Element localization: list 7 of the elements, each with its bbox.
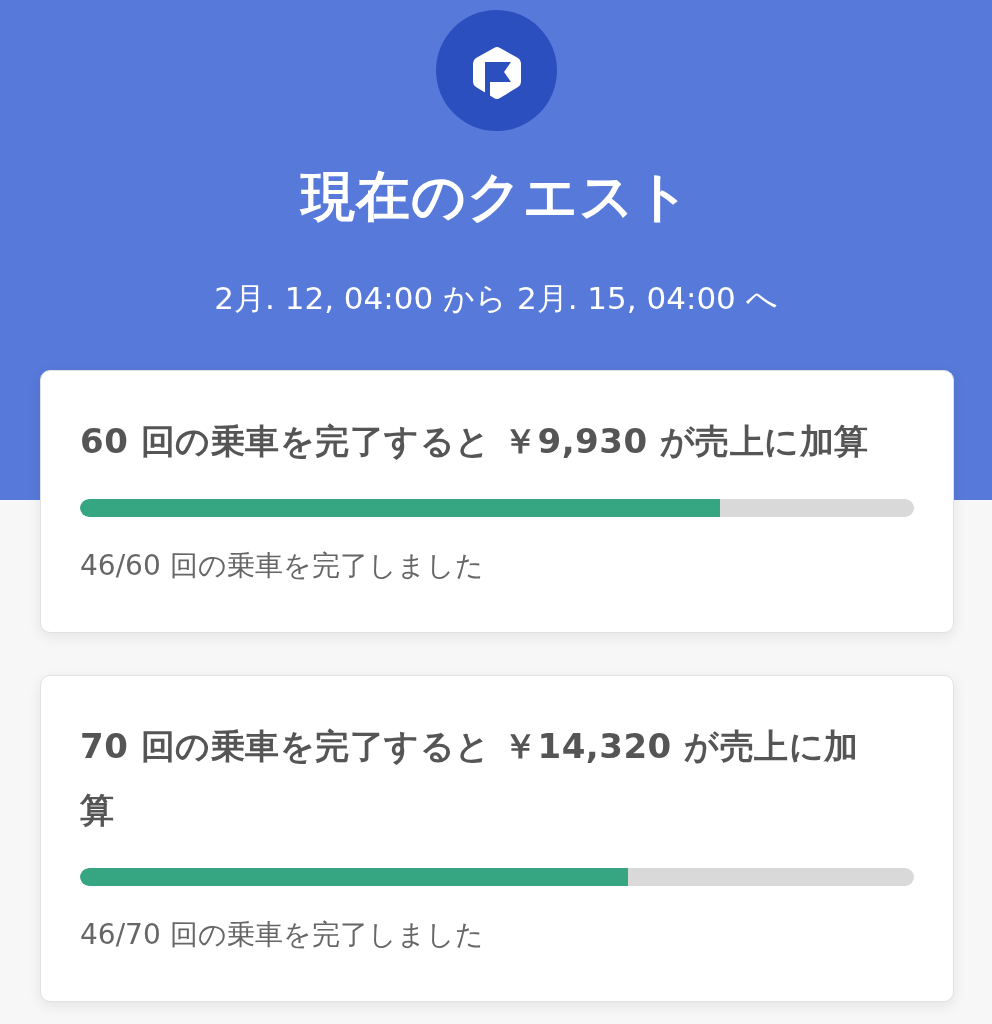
flag-icon	[435, 10, 557, 131]
quest-title: 60 回の乗車を完了すると ￥9,930 が売上に加算	[80, 420, 870, 463]
progress-text: 46/70 回の乗車を完了しました	[80, 917, 485, 953]
date-range: 2月. 12, 04:00 から 2月. 15, 04:00 へ	[214, 279, 778, 318]
page-title: 現在のクエスト	[301, 164, 691, 230]
quest-title: 70 回の乗車を完了すると ￥14,320 が売上に加算	[80, 725, 860, 832]
progress-text: 46/60 回の乗車を完了しました	[80, 548, 485, 584]
